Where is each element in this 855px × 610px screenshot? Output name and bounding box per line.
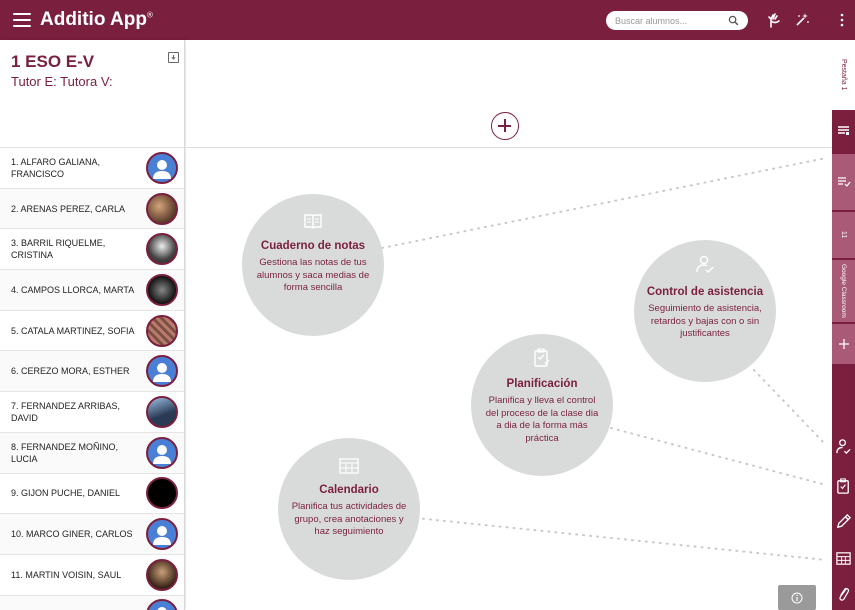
feature-title: Control de asistencia — [646, 286, 764, 298]
student-list: 1. ALFARO GALIANA, FRANCISCO 2. ARENAS PE… — [0, 148, 184, 610]
hamburger-menu-icon[interactable] — [13, 13, 31, 27]
default-avatar-icon[interactable] — [146, 599, 178, 610]
default-avatar-icon[interactable] — [146, 436, 178, 469]
student-name: 1. ALFARO GALIANA, FRANCISCO — [11, 156, 101, 179]
main-content: Cuaderno de notas Gestiona las notas de … — [186, 40, 832, 610]
student-row[interactable]: 1. ALFARO GALIANA, FRANCISCO — [0, 148, 184, 189]
student-avatar[interactable] — [146, 233, 178, 266]
top-bar: Additio App® — [0, 0, 855, 40]
feature-control-de-asistencia[interactable]: Control de asistencia Seguimiento de asi… — [634, 240, 776, 382]
tab-label: 11 — [840, 231, 847, 239]
calendar-icon — [339, 458, 359, 474]
attendance-icon — [696, 255, 714, 273]
student-avatar[interactable] — [146, 558, 178, 591]
tab-pestana-1[interactable]: Pestaña 1 — [832, 40, 855, 110]
tab-google-classroom[interactable]: Google Classroom — [832, 260, 855, 322]
student-row[interactable]: 5. CATALA MARTINEZ, SOFIA — [0, 310, 184, 352]
tab-11[interactable]: 11 — [832, 212, 855, 258]
student-name: 11. MARTIN VOISIN, SAUL — [11, 569, 122, 580]
right-tab-bar: Pestaña 1 11 Google Classroom — [832, 40, 855, 610]
gradebook-icon — [838, 126, 849, 135]
default-avatar-icon[interactable] — [146, 355, 178, 388]
feature-description: Planifica tus actividades de grupo, crea… — [291, 501, 407, 537]
class-header: 1 ESO E-V Tutor E: Tutora V: — [0, 40, 184, 148]
planning-shortcut-icon[interactable] — [835, 478, 852, 495]
info-button[interactable] — [778, 585, 816, 610]
student-avatar[interactable] — [146, 273, 178, 306]
student-row[interactable]: 3. BARRIL RIQUELME, CRISTINA — [0, 229, 184, 271]
plus-icon — [838, 339, 849, 349]
default-avatar-icon[interactable] — [146, 151, 178, 184]
feature-description: Seguimiento de asistencia, retardos y ba… — [648, 303, 762, 339]
class-tutor: Tutor E: Tutora V: — [11, 74, 113, 89]
attachment-icon[interactable] — [835, 585, 852, 602]
hand-raise-icon[interactable] — [764, 10, 784, 30]
student-row[interactable]: 2. ARENAS PEREZ, CARLA — [0, 188, 184, 230]
student-row[interactable]: 10. MARCO GINER, CARLOS — [0, 514, 184, 555]
feature-title: Cuaderno de notas — [260, 240, 366, 252]
student-row[interactable]: 11. MARTIN VOISIN, SAUL — [0, 554, 184, 596]
planning-icon — [534, 348, 550, 367]
student-avatar[interactable] — [146, 314, 178, 347]
student-row[interactable]: 9. GIJON PUCHE, DANIEL — [0, 473, 184, 515]
calendar-shortcut-icon[interactable] — [835, 550, 852, 567]
student-name: 9. GIJON PUCHE, DANIEL — [11, 488, 121, 499]
student-avatar[interactable] — [146, 477, 178, 510]
student-row[interactable]: 6. CEREZO MORA, ESTHER — [0, 351, 184, 393]
student-name: 8. FERNANDEZ MOÑINO, LUCIA — [11, 441, 119, 464]
default-avatar-icon[interactable] — [146, 518, 178, 551]
export-icon[interactable] — [168, 52, 179, 63]
feature-description: Gestiona las notas de tus alumnos y saca… — [256, 257, 370, 293]
student-row[interactable]: 7. FERNANDEZ ARRIBAS, DAVID — [0, 392, 184, 433]
search-input[interactable] — [615, 15, 725, 26]
feature-cuaderno-de-notas[interactable]: Cuaderno de notas Gestiona las notas de … — [242, 194, 384, 336]
info-icon — [791, 592, 803, 603]
add-right-tab-button[interactable] — [832, 324, 855, 364]
student-row[interactable]: 4. CAMPOS LLORCA, MARTA — [0, 270, 184, 311]
student-avatar[interactable] — [146, 395, 178, 428]
search-icon[interactable] — [728, 15, 739, 26]
student-avatar[interactable] — [146, 192, 178, 225]
tab-label: Google Classroom — [840, 264, 847, 318]
student-name: 6. CEREZO MORA, ESTHER — [11, 366, 130, 377]
student-name: 10. MARCO GINER, CARLOS — [11, 529, 133, 540]
feature-title: Planificación — [506, 378, 578, 390]
search-box[interactable] — [606, 11, 748, 30]
class-name: 1 ESO E-V — [11, 52, 95, 71]
attendance-shortcut-icon[interactable] — [835, 438, 852, 455]
feature-title: Calendario — [319, 484, 379, 496]
feature-description: Planifica y lleva el control del proceso… — [485, 395, 599, 444]
student-row[interactable]: 12. MARTINEZ SANTOS, — [0, 595, 184, 610]
tab-label: Pestaña 1 — [840, 59, 847, 91]
magic-wand-icon[interactable] — [792, 10, 812, 30]
student-row[interactable]: 8. FERNANDEZ MOÑINO, LUCIA — [0, 432, 184, 474]
student-name: 2. ARENAS PEREZ, CARLA — [11, 203, 126, 214]
feature-calendario[interactable]: Calendario Planifica tus actividades de … — [278, 438, 420, 580]
tab-gradebook[interactable] — [832, 110, 855, 152]
student-name: 3. BARRIL RIQUELME, CRISTINA — [11, 238, 106, 261]
tab-checklist[interactable] — [832, 154, 855, 210]
student-name: 5. CATALA MARTINEZ, SOFIA — [11, 325, 135, 336]
student-name: 4. CAMPOS LLORCA, MARTA — [11, 284, 135, 295]
app-title: Additio App® — [40, 9, 153, 30]
feature-planificacion[interactable]: Planificación Planifica y lleva el contr… — [471, 334, 613, 476]
student-name: 7. FERNANDEZ ARRIBAS, DAVID — [11, 400, 121, 423]
book-icon — [304, 214, 322, 229]
pencil-icon[interactable] — [835, 513, 852, 530]
more-options-icon[interactable] — [832, 10, 852, 30]
student-sidebar: 1 ESO E-V Tutor E: Tutora V: 1. ALFARO G… — [0, 40, 185, 610]
checklist-icon — [837, 177, 850, 187]
